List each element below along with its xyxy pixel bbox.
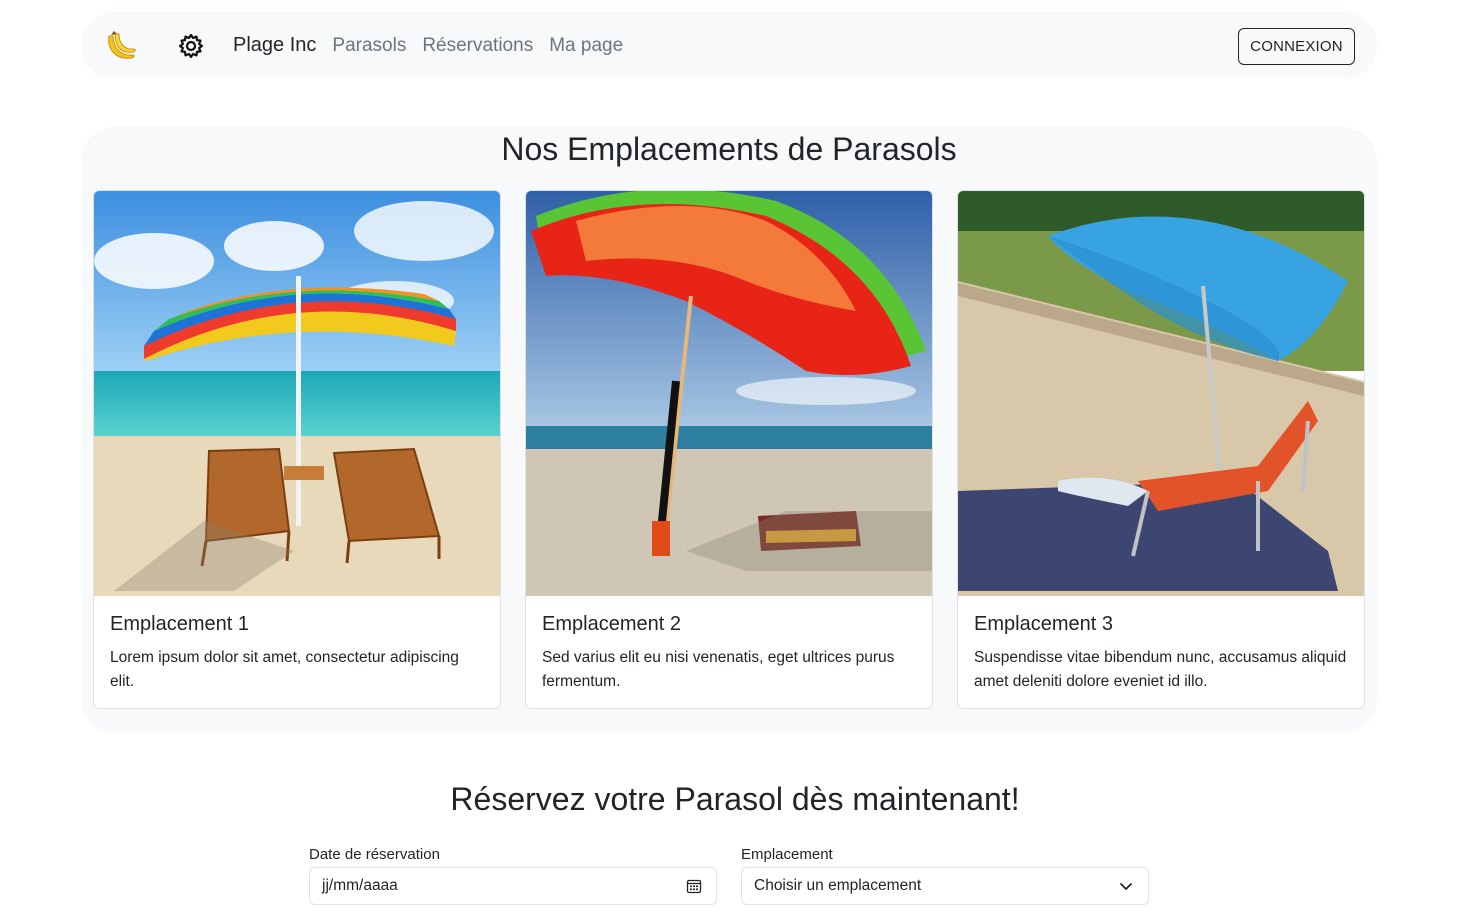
location-label: Emplacement: [741, 846, 833, 863]
location-field-group: Emplacement Choisir un emplacement: [741, 846, 1149, 905]
card-text-3: Suspendisse vitae bibendum nunc, accusam…: [974, 649, 1347, 690]
reservation-title: Réservez votre Parasol dès maintenant!: [450, 781, 1020, 817]
date-placeholder: jj/mm/aaaa: [322, 877, 398, 894]
location-select[interactable]: Choisir un emplacement: [741, 867, 1149, 905]
location-card-3[interactable]: Emplacement 3 Suspendisse vitae bibendum…: [957, 190, 1365, 709]
nav-link-reservations[interactable]: Réservations: [422, 35, 533, 57]
location-select-value: Choisir un emplacement: [754, 877, 922, 894]
gear-icon[interactable]: [177, 32, 205, 60]
nav-link-ma-page[interactable]: Ma page: [549, 35, 623, 57]
date-field-group: Date de réservation jj/mm/aaaa: [309, 846, 717, 905]
navbar: Plage Inc Parasols Réservations Ma page …: [81, 12, 1377, 79]
card-image-3: [958, 191, 1364, 596]
locations-section: Nos Emplacements de Parasols Emplacement…: [81, 127, 1377, 733]
brand-link[interactable]: Plage Inc: [233, 34, 316, 57]
location-card-2[interactable]: Emplacement 2 Sed varius elit eu nisi ve…: [525, 190, 933, 709]
card-image-2: [526, 191, 932, 596]
card-title-3: Emplacement 3: [974, 613, 1113, 635]
locations-title: Nos Emplacements de Parasols: [501, 131, 957, 167]
nav-link-parasols[interactable]: Parasols: [332, 35, 406, 57]
card-title-1: Emplacement 1: [110, 613, 249, 635]
banana-icon[interactable]: [101, 26, 141, 66]
login-button[interactable]: CONNEXION: [1238, 28, 1355, 65]
location-card-1[interactable]: Emplacement 1 Lorem ipsum dolor sit amet…: [93, 190, 501, 709]
nav-links: Plage Inc Parasols Réservations Ma page: [233, 12, 639, 79]
card-text-2: Sed varius elit eu nisi venenatis, eget …: [542, 649, 895, 690]
chevron-down-icon: [1118, 878, 1134, 894]
card-image-1: [94, 191, 500, 596]
calendar-icon[interactable]: [686, 878, 702, 894]
date-label: Date de réservation: [309, 846, 440, 863]
date-input[interactable]: jj/mm/aaaa: [309, 867, 717, 905]
card-title-2: Emplacement 2: [542, 613, 681, 635]
card-text-1: Lorem ipsum dolor sit amet, consectetur …: [110, 649, 459, 690]
